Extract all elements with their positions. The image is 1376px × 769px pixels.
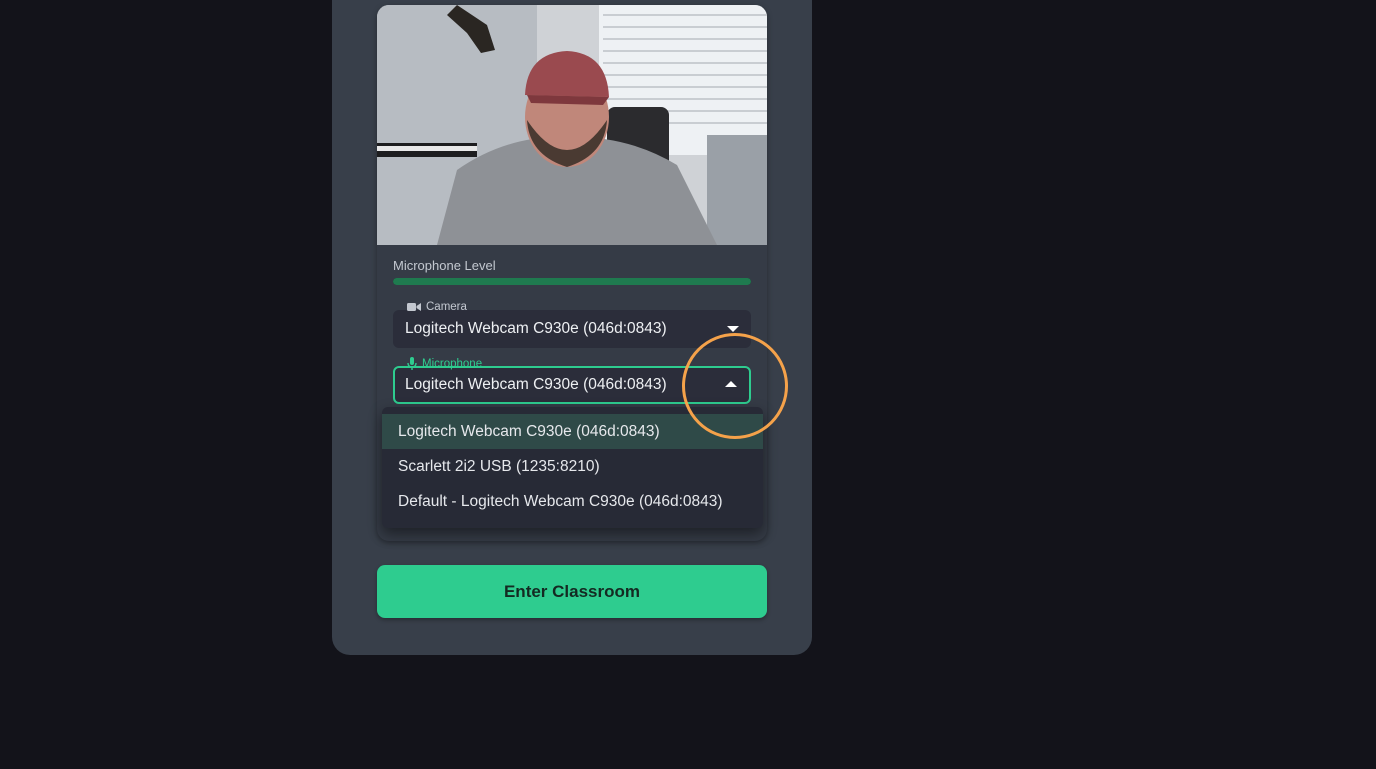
microphone-select[interactable]: Microphone Logitech Webcam C930e (046d:0… [393, 357, 751, 404]
microphone-level-label: Microphone Level [393, 258, 496, 273]
camera-select[interactable]: Camera Logitech Webcam C930e (046d:0843) [393, 301, 751, 348]
microphone-options-menu: Logitech Webcam C930e (046d:0843) Scarle… [382, 407, 763, 528]
microphone-option-default[interactable]: Default - Logitech Webcam C930e (046d:08… [382, 484, 763, 519]
camera-preview [377, 5, 767, 245]
microphone-icon [407, 357, 417, 370]
microphone-option-scarlett[interactable]: Scarlett 2i2 USB (1235:8210) [382, 449, 763, 484]
enter-classroom-button[interactable]: Enter Classroom [377, 565, 767, 618]
microphone-level-meter [393, 278, 751, 285]
microphone-option-logitech[interactable]: Logitech Webcam C930e (046d:0843) [382, 414, 763, 449]
camera-selected-value: Logitech Webcam C930e (046d:0843) [405, 320, 667, 337]
video-camera-icon [407, 303, 421, 311]
chevron-up-icon[interactable] [725, 381, 737, 387]
microphone-level-fill [393, 278, 751, 285]
microphone-selected-value: Logitech Webcam C930e (046d:0843) [405, 376, 667, 393]
microphone-select-label: Microphone [407, 357, 482, 370]
chevron-down-icon[interactable] [727, 326, 739, 332]
camera-select-label: Camera [407, 301, 467, 313]
camera-label-text: Camera [426, 301, 467, 313]
microphone-label-text: Microphone [422, 357, 483, 370]
